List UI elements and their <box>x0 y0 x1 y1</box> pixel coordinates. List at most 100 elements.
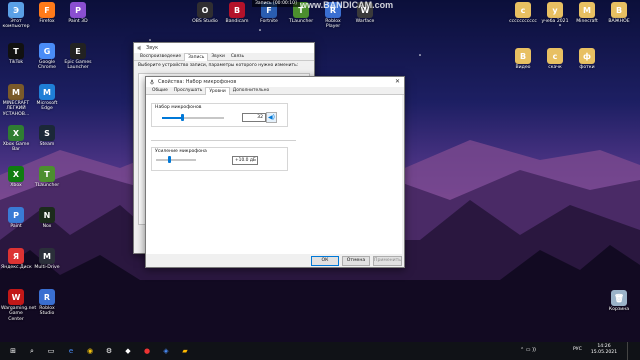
tab-3[interactable]: Дополнительно <box>230 87 272 94</box>
tab-2[interactable]: Уровни <box>205 87 230 95</box>
speaker-mute-icon[interactable]: ◀) <box>266 112 277 123</box>
desktop-icon-folder-6[interactable]: с скачк <box>540 48 570 70</box>
bandicam-icon: B <box>229 2 245 18</box>
desktop-icon-label: учеба 2021 <box>541 19 569 24</box>
settings-taskbar-icon[interactable]: ◈ <box>160 345 172 357</box>
desktop-icon-tiktok[interactable]: T TikTok <box>1 43 31 65</box>
mic-level-value[interactable]: 32 <box>242 113 266 122</box>
mic-boost-value[interactable]: +10.0 дБ <box>232 156 258 165</box>
desktop-icon-epic[interactable]: E Epic Games Launcher <box>63 43 93 71</box>
cancel-button[interactable]: Отмена <box>342 256 370 266</box>
wargaming-icon: W <box>8 289 24 305</box>
clock-date: 15.05.2021 <box>590 350 618 355</box>
tab-0[interactable]: Воспроизведение <box>137 53 184 60</box>
desktop-icon-roblox-studio[interactable]: R Roblox Studio <box>32 289 62 317</box>
computer-icon: Э <box>8 2 24 18</box>
desktop-icon-label: ссссссссссс <box>509 19 537 24</box>
desktop-icon-wargaming[interactable]: W Wargaming.net Game Center <box>1 289 37 322</box>
windows-start-icon[interactable]: ⊞ <box>7 345 19 357</box>
tab-0[interactable]: Общие <box>149 87 171 94</box>
desktop-icon-label: Fortnite <box>260 19 278 24</box>
desktop-icon-bandicam[interactable]: B Bandicam <box>222 2 252 24</box>
desktop-icon-nox[interactable]: N Nox <box>32 207 62 229</box>
folder-1-icon: с <box>515 2 531 18</box>
desktop-icon-label: Nox <box>42 224 52 229</box>
desktop-icon-folder-5[interactable]: В Видео <box>508 48 538 70</box>
desktop-icon-label: Wargaming.net Game Center <box>1 306 37 322</box>
desktop-icon-paint3d[interactable]: P Paint 3D <box>63 2 93 24</box>
desktop-icon-computer[interactable]: Э Этот компьютер <box>1 2 31 30</box>
desktop-icon-folder-1[interactable]: с ссссссссссс <box>508 2 538 24</box>
task-view-icon[interactable]: ▭ <box>45 345 57 357</box>
desktop-icon-label: Xbox Game Bar <box>2 142 30 153</box>
edge-taskbar-icon[interactable]: e <box>65 345 77 357</box>
steam-taskbar-icon[interactable]: ⚙ <box>103 345 115 357</box>
desktop-icon-xbox-game-bar[interactable]: X Xbox Game Bar <box>1 125 31 153</box>
mic-boost-slider[interactable] <box>168 156 172 163</box>
divider <box>151 140 296 141</box>
roblox-taskbar-icon[interactable]: ◆ <box>122 345 134 357</box>
paint-icon: P <box>8 207 24 223</box>
desktop-icon-firefox[interactable]: F Firefox <box>32 2 62 24</box>
search-icon[interactable]: ⌕ <box>26 345 38 357</box>
edge-icon: M <box>39 84 55 100</box>
desktop-icon-yandex-disk[interactable]: Я Яндекс.Диск <box>1 248 32 270</box>
paint3d-icon: P <box>70 2 86 18</box>
close-icon[interactable]: ✕ <box>395 77 400 87</box>
mic-title: Свойства: Набор микрофонов <box>158 79 237 85</box>
desktop-icon-label: Видео <box>515 65 531 70</box>
desktop-icon-folder-4[interactable]: В ВАЖНОЕ <box>604 2 634 24</box>
ok-button[interactable]: ОК <box>311 256 339 266</box>
desktop-icon-label: скачк <box>548 65 562 70</box>
desktop-icon-paint[interactable]: P Paint <box>1 207 31 229</box>
desktop-icon-obs[interactable]: O OBS Studio <box>190 2 220 24</box>
xbox-game-bar-icon: X <box>8 125 24 141</box>
apply-button[interactable]: Применить <box>373 256 402 266</box>
desktop-icon-label: TLauncher <box>288 19 314 24</box>
folder-3-icon: M <box>579 2 595 18</box>
roblox-studio-icon: R <box>39 289 55 305</box>
desktop-icon-label: Paint <box>10 224 22 229</box>
tab-2[interactable]: Звуки <box>208 53 228 60</box>
explorer-taskbar-icon[interactable]: ▰ <box>179 345 191 357</box>
folder-5-icon: В <box>515 48 531 64</box>
multi-drive-icon: M <box>39 248 55 264</box>
tray-icons[interactable]: ⌃ ▭ )) <box>520 347 536 353</box>
clock[interactable]: 14:26 15.05.2021 <box>588 344 620 356</box>
desktop-icon-label: MINECRAFT ЛЕГКИЙ УСТАНОВ... <box>2 101 30 117</box>
desktop-icon-folder-2[interactable]: у учеба 2021 <box>540 2 570 24</box>
desktop-icon-multi-drive[interactable]: M Multi-Drive <box>32 248 62 270</box>
desktop-icon-xbox[interactable]: X Xbox <box>1 166 31 188</box>
desktop-icon-folder-3[interactable]: M Minecraft <box>572 2 602 24</box>
tab-3[interactable]: Связь <box>228 53 247 60</box>
mic-boost-label: Усиление микрофона <box>155 149 207 154</box>
recycle-bin-icon[interactable]: 🗑 Корзина <box>604 290 634 312</box>
desktop-icon-tlauncher[interactable]: T TLauncher <box>32 166 62 188</box>
language-indicator[interactable]: РУС <box>573 347 582 352</box>
desktop-icon-chrome[interactable]: G Google Chrome <box>32 43 62 71</box>
desktop-icon-minecraft-launcher[interactable]: M MINECRAFT ЛЕГКИЙ УСТАНОВ... <box>1 84 31 117</box>
tab-1[interactable]: Запись <box>184 53 209 61</box>
bandicam-taskbar-icon[interactable]: ● <box>141 345 153 357</box>
desktop: Э Этот компьютер T TikTok M MINECRAFT ЛЕГКИЙ … <box>0 0 640 342</box>
epic-icon: E <box>70 43 86 59</box>
steam-icon: S <box>39 125 55 141</box>
desktop-icon-folder-7[interactable]: ф фотки <box>572 48 602 70</box>
show-desktop-button[interactable] <box>627 342 638 360</box>
desktop-icon-label: Roblox Studio <box>39 306 55 317</box>
speaker-icon <box>137 45 141 51</box>
firefox-icon: F <box>39 2 55 18</box>
folder-6-icon: с <box>547 48 563 64</box>
desktop-icon-steam[interactable]: S Steam <box>32 125 62 147</box>
recycle-bin-label: Корзина <box>608 307 630 312</box>
desktop-icon-edge[interactable]: M Microsoft Edge <box>32 84 62 112</box>
desktop-icon-label: Warface <box>355 19 375 24</box>
tab-1[interactable]: Прослушать <box>171 87 205 94</box>
desktop-icon-label: Epic Games Launcher <box>64 60 92 71</box>
desktop-icon-label: Steam <box>39 142 55 147</box>
chrome-taskbar-icon[interactable]: ◉ <box>84 345 96 357</box>
desktop-icon-label: Microsoft Edge <box>36 101 58 112</box>
desktop-icon-label: ВАЖНОЕ <box>608 19 630 24</box>
desktop-icon-label: Xbox <box>10 183 22 188</box>
mic-level-slider[interactable] <box>180 114 184 121</box>
